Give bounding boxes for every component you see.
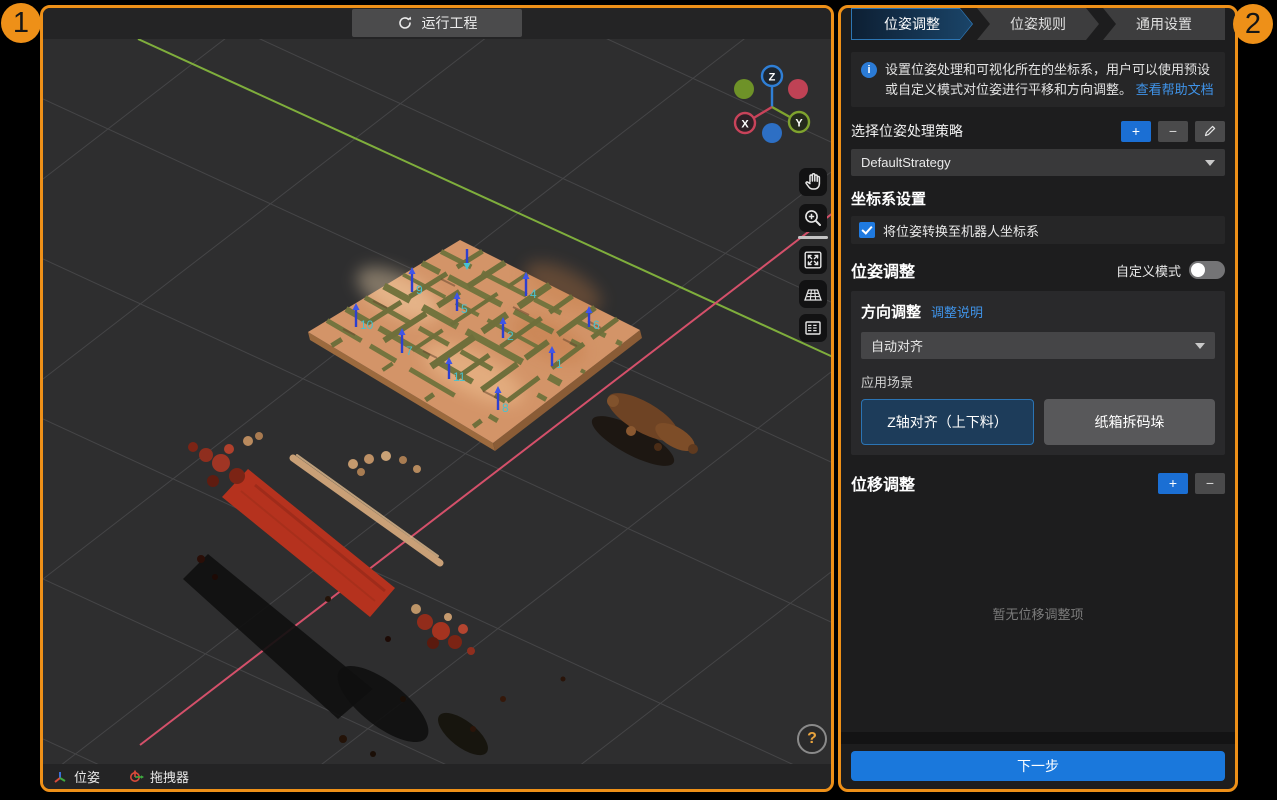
gizmo-neg-z-ball	[762, 123, 782, 143]
gizmo-neg-x-ball	[788, 79, 808, 99]
scene-canvas[interactable]: 945106271118 Z X Y	[43, 39, 831, 765]
gizmo-z-ball: Z	[762, 66, 782, 86]
axis-triad-icon	[52, 769, 68, 785]
scene-option-z-align-button[interactable]: Z轴对齐（上下料）	[861, 399, 1034, 445]
fit-view-button[interactable]	[799, 246, 827, 274]
perspective-grid-icon	[801, 282, 825, 306]
zoom-tool-button[interactable]	[799, 204, 827, 232]
toggle-knob	[1191, 263, 1205, 277]
remove-strategy-button[interactable]: −	[1158, 121, 1188, 142]
robot-coord-checkbox[interactable]	[859, 222, 875, 238]
point-cloud-shadows	[183, 407, 680, 763]
run-project-button[interactable]: 运行工程	[352, 9, 522, 37]
adjust-help-link[interactable]: 调整说明	[931, 302, 983, 321]
pose-marker-label: 7	[406, 344, 413, 358]
pose-adjust-header-row: 位姿调整 自定义模式	[851, 258, 1225, 282]
application-scene-label: 应用场景	[861, 372, 1215, 391]
strategy-header-row: 选择位姿处理策略 + −	[851, 120, 1225, 142]
direction-mode-value: 自动对齐	[871, 336, 923, 355]
dragger-label: 拖拽器	[150, 767, 189, 786]
pose-marker-label: 10	[360, 318, 374, 332]
pose-display-label: 位姿	[74, 767, 100, 786]
help-button[interactable]: ?	[797, 724, 827, 754]
panel-footer: 下一步	[841, 732, 1235, 789]
edit-strategy-button[interactable]	[1195, 121, 1225, 142]
custom-mode-toggle[interactable]	[1189, 261, 1225, 279]
toolbar-divider	[798, 236, 828, 239]
custom-mode-label: 自定义模式	[1116, 261, 1181, 280]
add-strategy-button[interactable]: +	[1121, 121, 1151, 142]
pose-marker-label: 11	[453, 370, 466, 384]
gizmo-x-ball: X	[735, 113, 755, 133]
view-gizmo[interactable]: Z X Y	[734, 66, 809, 143]
chevron-down-icon	[1205, 160, 1215, 166]
refresh-icon	[397, 15, 413, 31]
scene-option-carton-depal-button[interactable]: 纸箱拆码垛	[1044, 399, 1215, 445]
hand-icon	[801, 170, 825, 194]
pose-marker-label: 9	[416, 283, 423, 297]
settings-panel: 位姿调整 位姿规则 通用设置 i 设置位姿处理和可视化所在的坐标系，用户可以使用…	[838, 5, 1238, 792]
tab-pose-rules-label: 位姿规则	[1010, 14, 1066, 34]
pose-marker-label: 1	[556, 357, 563, 371]
dragger-toggle[interactable]: 拖拽器	[128, 767, 189, 786]
screenshot-root: { "annotations": { "badge_1": "1", "badg…	[0, 0, 1277, 800]
gizmo-neg-y-ball	[734, 79, 754, 99]
robot-coord-checkbox-label: 将位姿转换至机器人坐标系	[883, 221, 1039, 240]
zoom-in-icon	[801, 206, 825, 230]
pose-adjust-header: 位姿调整	[851, 258, 915, 282]
pose-marker-label: 4	[530, 287, 537, 301]
translation-header-row: 位移调整 + −	[851, 471, 1225, 495]
direction-adjust-panel: 方向调整 调整说明 自动对齐 应用场景 Z轴对齐（上下料） 纸箱拆码垛	[851, 291, 1225, 455]
gizmo-y-ball: Y	[789, 112, 809, 132]
annotation-badge-1: 1	[1, 3, 41, 43]
svg-text:Y: Y	[795, 118, 803, 130]
info-box: i 设置位姿处理和可视化所在的坐标系，用户可以使用预设或自定义模式对位姿进行平移…	[851, 52, 1225, 107]
list-view-button[interactable]	[799, 314, 827, 342]
add-translation-button[interactable]: +	[1158, 473, 1188, 494]
pose-marker-label: 6	[593, 318, 600, 332]
tab-pose-adjustment[interactable]: 位姿调整	[851, 8, 973, 40]
info-icon: i	[861, 62, 877, 78]
expand-icon	[801, 248, 825, 272]
drag-gizmo-icon	[128, 769, 144, 785]
chevron-down-icon	[1195, 343, 1205, 349]
strategy-label: 选择位姿处理策略	[851, 121, 963, 141]
svg-text:X: X	[741, 119, 749, 131]
list-icon	[801, 316, 825, 340]
tab-pose-adjustment-label: 位姿调整	[884, 14, 940, 34]
tab-general-settings[interactable]: 通用设置	[1103, 8, 1225, 40]
direction-header: 方向调整	[861, 301, 921, 322]
pose-marker-label: 8	[502, 401, 509, 415]
step-tabs: 位姿调整 位姿规则 通用设置	[851, 8, 1225, 40]
strategy-dropdown[interactable]: DefaultStrategy	[851, 149, 1225, 176]
help-label: ?	[807, 730, 817, 748]
tab-general-settings-label: 通用设置	[1136, 14, 1192, 34]
translation-header: 位移调整	[851, 471, 915, 495]
help-doc-link[interactable]: 查看帮助文档	[1136, 82, 1214, 97]
coordinate-section-header: 坐标系设置	[851, 188, 1225, 209]
remove-translation-button[interactable]: −	[1195, 473, 1225, 494]
direction-mode-dropdown[interactable]: 自动对齐	[861, 332, 1215, 359]
pan-tool-button[interactable]	[799, 168, 827, 196]
viewport-status-bar: 位姿 拖拽器	[43, 764, 831, 789]
pallet-point-cloud	[308, 240, 642, 451]
translation-empty-state: 暂无位移调整项	[851, 495, 1225, 732]
pencil-icon	[1203, 124, 1217, 138]
svg-text:Z: Z	[769, 72, 776, 84]
pose-display-toggle[interactable]: 位姿	[52, 767, 100, 786]
pose-marker-label: 5	[461, 302, 468, 316]
run-project-label: 运行工程	[422, 13, 478, 33]
next-step-button[interactable]: 下一步	[851, 751, 1225, 781]
annotation-badge-2: 2	[1233, 4, 1273, 44]
strategy-dropdown-value: DefaultStrategy	[861, 155, 951, 170]
coordinate-checkbox-row: 将位姿转换至机器人坐标系	[851, 216, 1225, 244]
footer-divider	[841, 732, 1235, 744]
pose-marker-label: 2	[507, 329, 514, 343]
ground-grid-button[interactable]	[799, 280, 827, 308]
viewport-panel: 945106271118 Z X Y	[40, 5, 834, 792]
viewport-top-bar: 运行工程	[43, 8, 831, 39]
tab-pose-rules[interactable]: 位姿规则	[977, 8, 1099, 40]
